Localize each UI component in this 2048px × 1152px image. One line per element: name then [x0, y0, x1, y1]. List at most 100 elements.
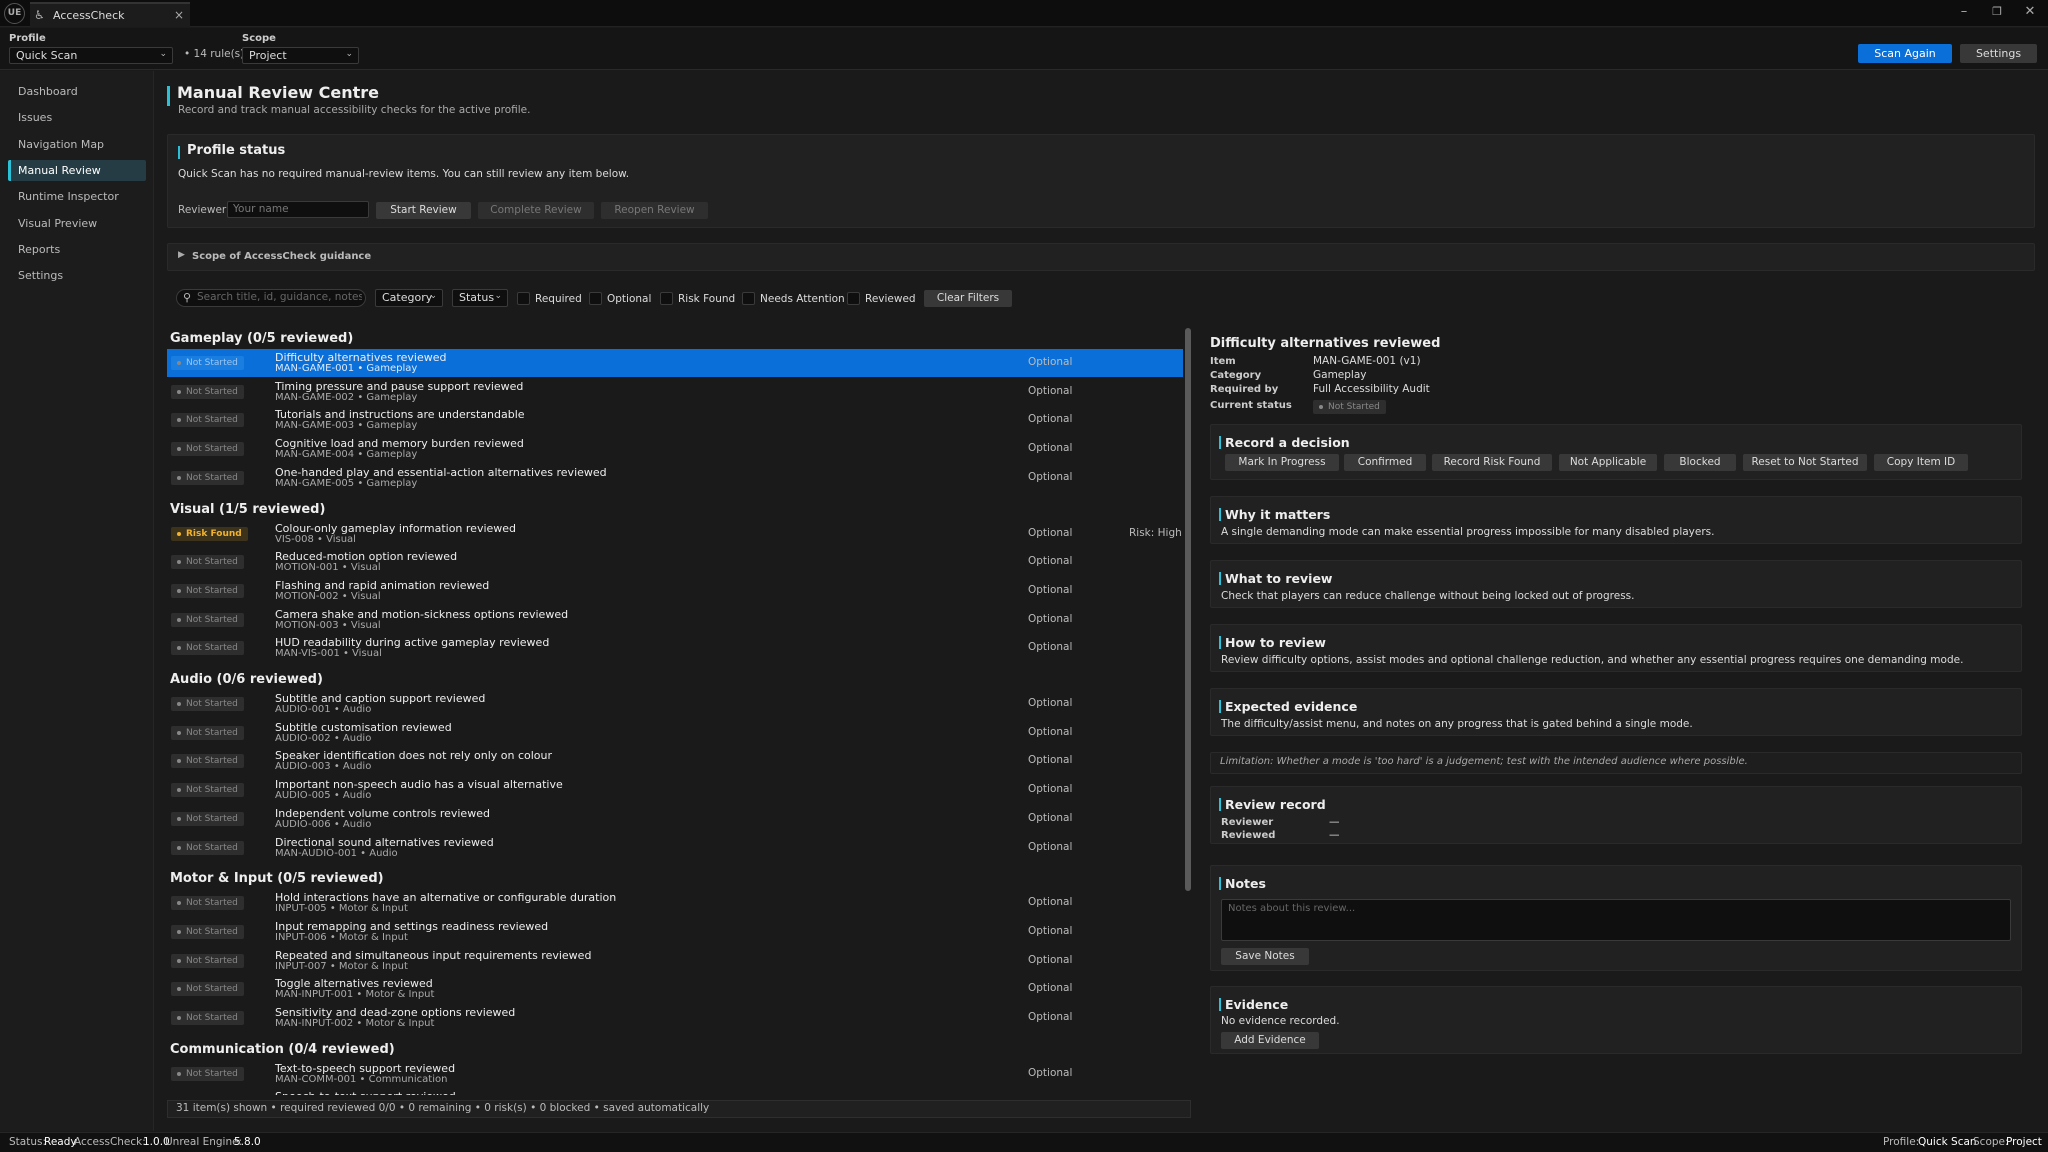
how-text: Review difficulty options, assist modes …: [1221, 654, 1964, 666]
confirmed-button[interactable]: Confirmed: [1344, 454, 1426, 471]
profile-value: Quick Scan: [16, 49, 78, 62]
settings-button[interactable]: Settings: [1960, 44, 2037, 63]
unreal-version-label: Unreal Engine:: [165, 1136, 243, 1148]
list-item[interactable]: Not Started Camera shake and motion-sickn…: [167, 606, 1183, 634]
sidebar-item-settings[interactable]: Settings: [8, 265, 146, 286]
tab-accesscheck[interactable]: ♿ AccessCheck ×: [30, 2, 190, 27]
list-scrollbar[interactable]: [1185, 328, 1191, 891]
status-badge: Not Started: [171, 982, 244, 997]
sidebar-item-visual-preview[interactable]: Visual Preview: [8, 213, 146, 234]
list-item[interactable]: Not Started Repeated and simultaneous inp…: [167, 947, 1183, 975]
chevron-down-icon: ⌄: [159, 49, 167, 59]
required-by-value: Full Accessibility Audit: [1313, 383, 1430, 395]
item-id-category: MAN-GAME-002 • Gameplay: [275, 391, 418, 403]
item-id-category: MAN-INPUT-001 • Motor & Input: [275, 989, 435, 1001]
filter-optional-label: Optional: [607, 293, 652, 305]
list-item[interactable]: Risk Found Colour-only gameplay informati…: [167, 520, 1183, 548]
blocked-button[interactable]: Blocked: [1664, 454, 1736, 471]
list-item[interactable]: Not Started Difficulty alternatives revie…: [167, 349, 1183, 377]
filter-required-checkbox[interactable]: [517, 292, 530, 305]
current-status-label: Current status: [1210, 400, 1292, 411]
filter-optional-checkbox[interactable]: [589, 292, 602, 305]
item-requirement: Optional: [1028, 725, 1073, 738]
group-header: Communication (0/4 reviewed): [170, 1041, 395, 1057]
add-evidence-button[interactable]: Add Evidence: [1221, 1032, 1319, 1049]
decision-panel: Record a decision Mark In Progress Confir…: [1210, 424, 2022, 480]
list-item[interactable]: Not Started Subtitle customisation review…: [167, 719, 1183, 747]
not-applicable-button[interactable]: Not Applicable: [1559, 454, 1657, 471]
list-item[interactable]: Not Started One-handed play and essential…: [167, 464, 1183, 492]
item-id-category: INPUT-007 • Motor & Input: [275, 960, 408, 972]
record-risk-found-button[interactable]: Record Risk Found: [1432, 454, 1552, 471]
sidebar-item-runtime-inspector[interactable]: Runtime Inspector: [8, 186, 146, 207]
search-input[interactable]: ⚲ Search title, id, guidance, notes, rev: [176, 289, 366, 307]
list-item[interactable]: Not Started Toggle alternatives reviewed M…: [167, 975, 1183, 1003]
expected-evidence-text: The difficulty/assist menu, and notes on…: [1221, 718, 1693, 730]
section-accent: [1219, 636, 1221, 649]
reset-to-not-started-button[interactable]: Reset to Not Started: [1743, 454, 1867, 471]
status-filter-dropdown[interactable]: Status ⌄: [452, 289, 508, 307]
category-filter-dropdown[interactable]: Category ⌄: [375, 289, 443, 307]
save-notes-button[interactable]: Save Notes: [1221, 948, 1309, 965]
sidebar-item-reports[interactable]: Reports: [8, 239, 146, 260]
list-item[interactable]: Not Started Independent volume controls r…: [167, 805, 1183, 833]
list-item[interactable]: Not Started Hold interactions have an alt…: [167, 889, 1183, 917]
list-item[interactable]: Not Started Sensitivity and dead-zone opt…: [167, 1004, 1183, 1032]
notes-textarea[interactable]: Notes about this review...: [1221, 899, 2011, 941]
scan-again-button[interactable]: Scan Again: [1858, 44, 1952, 63]
sidebar-item-dashboard[interactable]: Dashboard: [8, 81, 146, 102]
list-item[interactable]: Not Started Subtitle and caption support …: [167, 690, 1183, 718]
filter-reviewed-checkbox[interactable]: [847, 292, 860, 305]
list-item[interactable]: Not Started Input remapping and settings …: [167, 918, 1183, 946]
section-accent: [1219, 877, 1221, 890]
close-icon[interactable]: ×: [174, 8, 184, 22]
mark-in-progress-button[interactable]: Mark In Progress: [1225, 454, 1339, 471]
sidebar-item-navigation-map[interactable]: Navigation Map: [8, 134, 146, 155]
filter-needs-attention-checkbox[interactable]: [742, 292, 755, 305]
list-item[interactable]: Not Started Timing pressure and pause sup…: [167, 378, 1183, 406]
reopen-review-button: Reopen Review: [601, 202, 708, 219]
detail-title: Difficulty alternatives reviewed: [1210, 336, 1441, 351]
item-requirement: Optional: [1028, 982, 1073, 995]
list-item[interactable]: Not Started HUD readability during active…: [167, 634, 1183, 662]
rule-count: • 14 rule(s): [184, 48, 245, 60]
list-item[interactable]: Not Started Important non-speech audio ha…: [167, 776, 1183, 804]
record-reviewer-label: Reviewer: [1221, 817, 1274, 828]
clear-filters-button[interactable]: Clear Filters: [924, 290, 1012, 307]
notes-title: Notes: [1225, 876, 1266, 891]
evidence-title: Evidence: [1225, 997, 1289, 1012]
status-badge: Not Started: [171, 583, 244, 598]
status-value: Ready: [44, 1136, 77, 1148]
reviewer-input[interactable]: Your name: [227, 201, 369, 218]
item-id-category: AUDIO-003 • Audio: [275, 761, 372, 773]
copy-item-id-button[interactable]: Copy Item ID: [1874, 454, 1968, 471]
list-item[interactable]: Not Started Cognitive load and memory bur…: [167, 435, 1183, 463]
section-accent: [1219, 998, 1221, 1011]
item-id-category: INPUT-006 • Motor & Input: [275, 931, 408, 943]
list-item[interactable]: Not Started Flashing and rapid animation …: [167, 577, 1183, 605]
scope-guidance-expander[interactable]: ▶ Scope of AccessCheck guidance: [167, 243, 2035, 271]
filter-reviewed-label: Reviewed: [865, 293, 916, 305]
status-badge: Not Started: [171, 697, 244, 711]
list-item[interactable]: Not StartedSpeech-to-text support review…: [167, 1088, 1183, 1095]
list-item[interactable]: Not Started Speaker identification does n…: [167, 747, 1183, 775]
record-reviewer-value: —: [1329, 816, 1340, 828]
restore-icon[interactable]: ❐: [1985, 2, 2009, 22]
sidebar-item-issues[interactable]: Issues: [8, 107, 146, 128]
list-item[interactable]: Not Started Text-to-speech support review…: [167, 1060, 1183, 1088]
sidebar-item-manual-review[interactable]: Manual Review: [8, 159, 146, 181]
list-item[interactable]: Not Started Reduced-motion option reviewe…: [167, 548, 1183, 576]
profile-dropdown[interactable]: Quick Scan ⌄: [9, 47, 173, 64]
list-item[interactable]: Not Started Tutorials and instructions ar…: [167, 406, 1183, 434]
status-badge: Risk Found: [171, 526, 248, 541]
start-review-button[interactable]: Start Review: [376, 202, 471, 219]
chevron-down-icon: ⌄: [494, 291, 502, 301]
filter-risk-found-checkbox[interactable]: [660, 292, 673, 305]
minimize-icon[interactable]: –: [1952, 2, 1976, 22]
scope-dropdown[interactable]: Project ⌄: [242, 47, 359, 64]
item-id-category: VIS-008 • Visual: [275, 533, 356, 545]
list-item[interactable]: Not Started Directional sound alternative…: [167, 834, 1183, 862]
section-accent: [1219, 436, 1221, 449]
close-window-icon[interactable]: ✕: [2018, 2, 2042, 22]
page-title: Manual Review Centre: [177, 83, 380, 102]
